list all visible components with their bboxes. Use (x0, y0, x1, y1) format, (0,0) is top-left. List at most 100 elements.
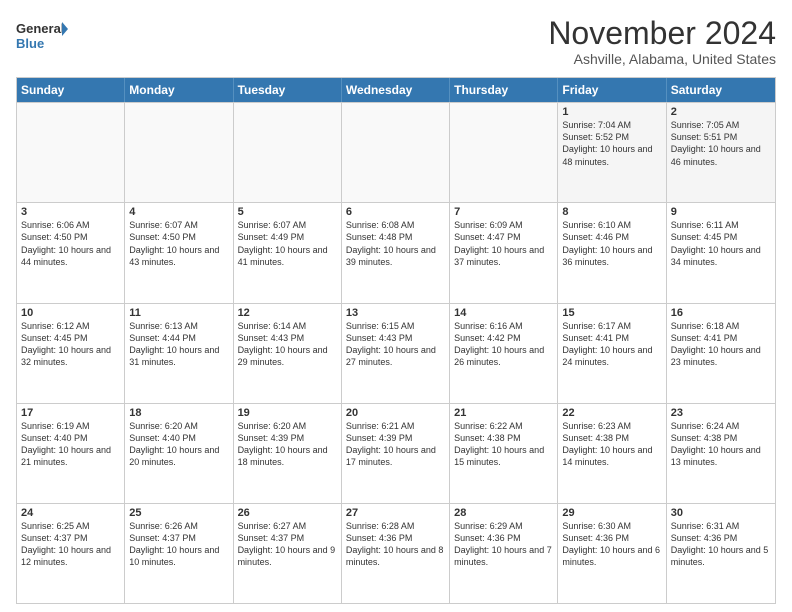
logo: General Blue (16, 16, 68, 56)
day-cell-13: 13Sunrise: 6:15 AM Sunset: 4:43 PM Dayli… (342, 304, 450, 403)
day-info: Sunrise: 6:09 AM Sunset: 4:47 PM Dayligh… (454, 219, 553, 268)
day-info: Sunrise: 6:31 AM Sunset: 4:36 PM Dayligh… (671, 520, 771, 569)
day-number: 13 (346, 307, 445, 319)
calendar-row-4: 17Sunrise: 6:19 AM Sunset: 4:40 PM Dayli… (17, 403, 775, 503)
day-number: 7 (454, 206, 553, 218)
day-cell-7: 7Sunrise: 6:09 AM Sunset: 4:47 PM Daylig… (450, 203, 558, 302)
empty-cell-0-4 (450, 103, 558, 202)
day-cell-17: 17Sunrise: 6:19 AM Sunset: 4:40 PM Dayli… (17, 404, 125, 503)
empty-cell-0-0 (17, 103, 125, 202)
day-info: Sunrise: 6:20 AM Sunset: 4:39 PM Dayligh… (238, 420, 337, 469)
day-cell-29: 29Sunrise: 6:30 AM Sunset: 4:36 PM Dayli… (558, 504, 666, 603)
day-info: Sunrise: 6:15 AM Sunset: 4:43 PM Dayligh… (346, 320, 445, 369)
day-info: Sunrise: 6:06 AM Sunset: 4:50 PM Dayligh… (21, 219, 120, 268)
day-number: 8 (562, 206, 661, 218)
day-number: 5 (238, 206, 337, 218)
header-cell-sunday: Sunday (17, 78, 125, 102)
day-number: 10 (21, 307, 120, 319)
day-info: Sunrise: 6:07 AM Sunset: 4:50 PM Dayligh… (129, 219, 228, 268)
page: General Blue November 2024 Ashville, Ala… (0, 0, 792, 612)
day-cell-26: 26Sunrise: 6:27 AM Sunset: 4:37 PM Dayli… (234, 504, 342, 603)
day-cell-25: 25Sunrise: 6:26 AM Sunset: 4:37 PM Dayli… (125, 504, 233, 603)
day-cell-23: 23Sunrise: 6:24 AM Sunset: 4:38 PM Dayli… (667, 404, 775, 503)
day-cell-15: 15Sunrise: 6:17 AM Sunset: 4:41 PM Dayli… (558, 304, 666, 403)
day-number: 4 (129, 206, 228, 218)
day-cell-12: 12Sunrise: 6:14 AM Sunset: 4:43 PM Dayli… (234, 304, 342, 403)
empty-cell-0-2 (234, 103, 342, 202)
day-cell-11: 11Sunrise: 6:13 AM Sunset: 4:44 PM Dayli… (125, 304, 233, 403)
day-info: Sunrise: 6:29 AM Sunset: 4:36 PM Dayligh… (454, 520, 553, 569)
title-block: November 2024 Ashville, Alabama, United … (548, 16, 776, 67)
header-cell-tuesday: Tuesday (234, 78, 342, 102)
day-cell-10: 10Sunrise: 6:12 AM Sunset: 4:45 PM Dayli… (17, 304, 125, 403)
day-number: 12 (238, 307, 337, 319)
day-info: Sunrise: 6:12 AM Sunset: 4:45 PM Dayligh… (21, 320, 120, 369)
day-info: Sunrise: 6:20 AM Sunset: 4:40 PM Dayligh… (129, 420, 228, 469)
header-cell-wednesday: Wednesday (342, 78, 450, 102)
day-cell-18: 18Sunrise: 6:20 AM Sunset: 4:40 PM Dayli… (125, 404, 233, 503)
day-cell-14: 14Sunrise: 6:16 AM Sunset: 4:42 PM Dayli… (450, 304, 558, 403)
day-info: Sunrise: 6:26 AM Sunset: 4:37 PM Dayligh… (129, 520, 228, 569)
day-cell-5: 5Sunrise: 6:07 AM Sunset: 4:49 PM Daylig… (234, 203, 342, 302)
day-cell-20: 20Sunrise: 6:21 AM Sunset: 4:39 PM Dayli… (342, 404, 450, 503)
day-number: 17 (21, 407, 120, 419)
calendar-body: 1Sunrise: 7:04 AM Sunset: 5:52 PM Daylig… (17, 102, 775, 603)
day-info: Sunrise: 6:22 AM Sunset: 4:38 PM Dayligh… (454, 420, 553, 469)
day-number: 27 (346, 507, 445, 519)
day-number: 25 (129, 507, 228, 519)
header: General Blue November 2024 Ashville, Ala… (16, 16, 776, 67)
day-info: Sunrise: 6:28 AM Sunset: 4:36 PM Dayligh… (346, 520, 445, 569)
day-cell-16: 16Sunrise: 6:18 AM Sunset: 4:41 PM Dayli… (667, 304, 775, 403)
day-number: 20 (346, 407, 445, 419)
day-info: Sunrise: 6:27 AM Sunset: 4:37 PM Dayligh… (238, 520, 337, 569)
logo-icon: General Blue (16, 16, 68, 56)
day-number: 21 (454, 407, 553, 419)
day-info: Sunrise: 6:11 AM Sunset: 4:45 PM Dayligh… (671, 219, 771, 268)
day-info: Sunrise: 7:05 AM Sunset: 5:51 PM Dayligh… (671, 119, 771, 168)
day-info: Sunrise: 6:10 AM Sunset: 4:46 PM Dayligh… (562, 219, 661, 268)
day-number: 29 (562, 507, 661, 519)
day-cell-1: 1Sunrise: 7:04 AM Sunset: 5:52 PM Daylig… (558, 103, 666, 202)
day-number: 24 (21, 507, 120, 519)
day-cell-8: 8Sunrise: 6:10 AM Sunset: 4:46 PM Daylig… (558, 203, 666, 302)
subtitle: Ashville, Alabama, United States (548, 51, 776, 67)
day-info: Sunrise: 6:17 AM Sunset: 4:41 PM Dayligh… (562, 320, 661, 369)
day-info: Sunrise: 6:23 AM Sunset: 4:38 PM Dayligh… (562, 420, 661, 469)
main-title: November 2024 (548, 16, 776, 51)
day-info: Sunrise: 6:08 AM Sunset: 4:48 PM Dayligh… (346, 219, 445, 268)
day-number: 11 (129, 307, 228, 319)
day-cell-30: 30Sunrise: 6:31 AM Sunset: 4:36 PM Dayli… (667, 504, 775, 603)
day-info: Sunrise: 6:07 AM Sunset: 4:49 PM Dayligh… (238, 219, 337, 268)
svg-text:General: General (16, 21, 64, 36)
day-number: 22 (562, 407, 661, 419)
day-cell-24: 24Sunrise: 6:25 AM Sunset: 4:37 PM Dayli… (17, 504, 125, 603)
day-number: 2 (671, 106, 771, 118)
calendar-header-row: SundayMondayTuesdayWednesdayThursdayFrid… (17, 78, 775, 102)
calendar-row-5: 24Sunrise: 6:25 AM Sunset: 4:37 PM Dayli… (17, 503, 775, 603)
day-number: 19 (238, 407, 337, 419)
day-info: Sunrise: 6:21 AM Sunset: 4:39 PM Dayligh… (346, 420, 445, 469)
header-cell-monday: Monday (125, 78, 233, 102)
day-info: Sunrise: 6:30 AM Sunset: 4:36 PM Dayligh… (562, 520, 661, 569)
svg-text:Blue: Blue (16, 36, 44, 51)
day-number: 30 (671, 507, 771, 519)
day-info: Sunrise: 6:14 AM Sunset: 4:43 PM Dayligh… (238, 320, 337, 369)
header-cell-saturday: Saturday (667, 78, 775, 102)
day-info: Sunrise: 6:16 AM Sunset: 4:42 PM Dayligh… (454, 320, 553, 369)
day-info: Sunrise: 6:19 AM Sunset: 4:40 PM Dayligh… (21, 420, 120, 469)
day-number: 23 (671, 407, 771, 419)
calendar-row-2: 3Sunrise: 6:06 AM Sunset: 4:50 PM Daylig… (17, 202, 775, 302)
day-number: 26 (238, 507, 337, 519)
day-cell-3: 3Sunrise: 6:06 AM Sunset: 4:50 PM Daylig… (17, 203, 125, 302)
day-number: 14 (454, 307, 553, 319)
day-info: Sunrise: 6:13 AM Sunset: 4:44 PM Dayligh… (129, 320, 228, 369)
calendar-row-1: 1Sunrise: 7:04 AM Sunset: 5:52 PM Daylig… (17, 102, 775, 202)
day-number: 6 (346, 206, 445, 218)
day-cell-6: 6Sunrise: 6:08 AM Sunset: 4:48 PM Daylig… (342, 203, 450, 302)
day-info: Sunrise: 6:25 AM Sunset: 4:37 PM Dayligh… (21, 520, 120, 569)
day-info: Sunrise: 6:24 AM Sunset: 4:38 PM Dayligh… (671, 420, 771, 469)
day-number: 16 (671, 307, 771, 319)
day-info: Sunrise: 7:04 AM Sunset: 5:52 PM Dayligh… (562, 119, 661, 168)
day-cell-9: 9Sunrise: 6:11 AM Sunset: 4:45 PM Daylig… (667, 203, 775, 302)
day-cell-19: 19Sunrise: 6:20 AM Sunset: 4:39 PM Dayli… (234, 404, 342, 503)
